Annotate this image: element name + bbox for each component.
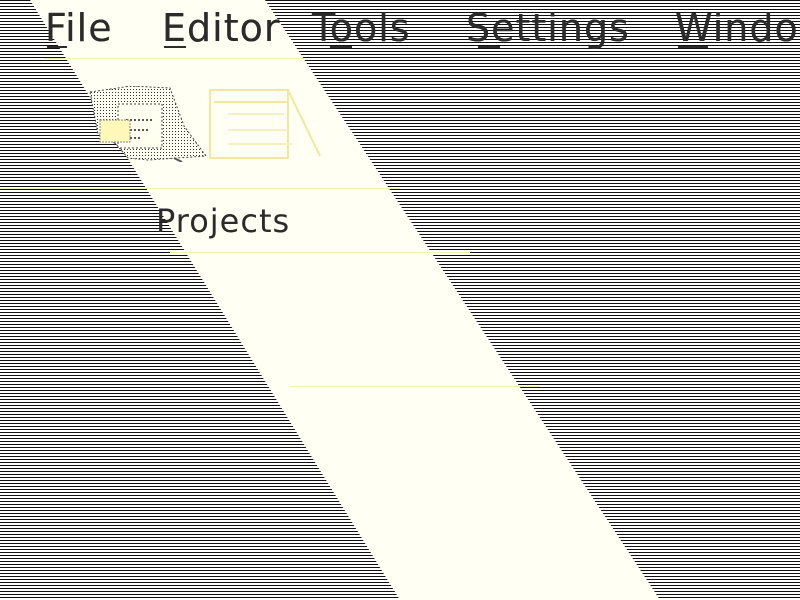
menu-editor[interactable]: Editor	[162, 6, 280, 50]
toolbar-divider	[0, 188, 400, 189]
menu-bar: File Editor Tools Settings Windo	[0, 0, 800, 52]
menu-file-mnemonic	[47, 46, 67, 48]
panel-layout-icon[interactable]	[208, 86, 326, 162]
menubar-divider	[44, 58, 304, 59]
menu-file[interactable]: File	[45, 6, 113, 50]
menu-window[interactable]: Windo	[675, 6, 799, 50]
projects-section-title: Projects	[156, 202, 291, 240]
list-divider	[290, 386, 540, 387]
menu-window-mnemonic	[678, 46, 708, 48]
menu-tools[interactable]: Tools	[312, 6, 411, 50]
menu-editor-mnemonic	[164, 46, 186, 48]
open-project-icon[interactable]	[88, 85, 208, 163]
menu-tools-mnemonic	[330, 46, 352, 48]
menu-settings[interactable]: Settings	[466, 6, 630, 50]
section-divider	[170, 252, 470, 253]
menu-settings-mnemonic	[478, 46, 500, 48]
